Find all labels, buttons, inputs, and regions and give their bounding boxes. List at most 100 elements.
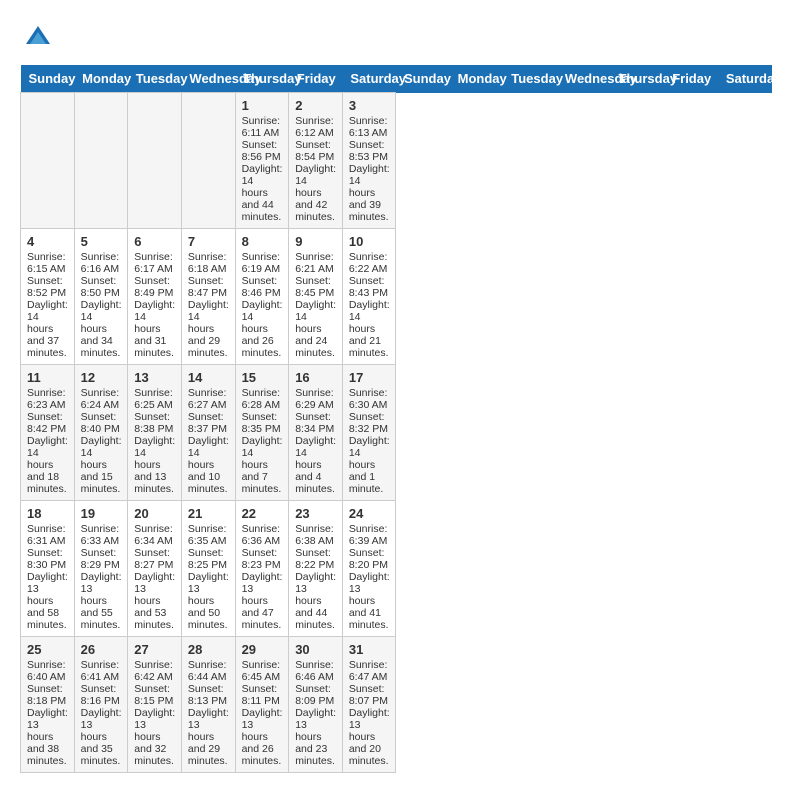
day-info-line: Daylight: 14 hours (81, 299, 122, 335)
day-of-week-header: Monday (74, 65, 128, 93)
day-of-week-header: Saturday (718, 65, 772, 93)
day-info-line: and 34 minutes. (81, 335, 122, 359)
day-info-line: and 58 minutes. (27, 607, 68, 631)
calendar-cell: 1Sunrise: 6:11 AMSunset: 8:56 PMDaylight… (235, 93, 289, 229)
day-info-line: Sunset: 8:09 PM (295, 683, 336, 707)
calendar-cell: 24Sunrise: 6:39 AMSunset: 8:20 PMDayligh… (342, 501, 396, 637)
day-info-line: Sunset: 8:20 PM (349, 547, 390, 571)
day-info-line: and 37 minutes. (27, 335, 68, 359)
day-of-week-header: Wednesday (557, 65, 611, 93)
day-of-week-header: Friday (289, 65, 343, 93)
page-header (20, 20, 772, 55)
calendar-cell (21, 93, 75, 229)
day-number: 27 (134, 642, 175, 657)
calendar-cell: 17Sunrise: 6:30 AMSunset: 8:32 PMDayligh… (342, 365, 396, 501)
calendar-cell: 31Sunrise: 6:47 AMSunset: 8:07 PMDayligh… (342, 637, 396, 773)
day-info-line: and 7 minutes. (242, 471, 283, 495)
day-info-line: Sunset: 8:50 PM (81, 275, 122, 299)
day-info-line: Daylight: 13 hours (134, 707, 175, 743)
day-info-line: and 13 minutes. (134, 471, 175, 495)
day-info-line: Sunrise: 6:42 AM (134, 659, 175, 683)
day-info-line: Daylight: 14 hours (27, 435, 68, 471)
day-number: 3 (349, 98, 390, 113)
day-info-line: Sunset: 8:54 PM (295, 139, 336, 163)
calendar-cell: 10Sunrise: 6:22 AMSunset: 8:43 PMDayligh… (342, 229, 396, 365)
day-info-line: and 4 minutes. (295, 471, 336, 495)
day-number: 21 (188, 506, 229, 521)
day-of-week-header: Tuesday (128, 65, 182, 93)
calendar-header-row: SundayMondayTuesdayWednesdayThursdayFrid… (21, 65, 772, 93)
day-info-line: Daylight: 14 hours (27, 299, 68, 335)
day-info-line: Sunrise: 6:44 AM (188, 659, 229, 683)
day-info-line: and 53 minutes. (134, 607, 175, 631)
day-info-line: Daylight: 14 hours (295, 299, 336, 335)
day-info-line: Sunrise: 6:11 AM (242, 115, 283, 139)
day-info-line: and 29 minutes. (188, 743, 229, 767)
day-info-line: and 47 minutes. (242, 607, 283, 631)
calendar-cell: 20Sunrise: 6:34 AMSunset: 8:27 PMDayligh… (128, 501, 182, 637)
day-number: 9 (295, 234, 336, 249)
calendar-cell: 27Sunrise: 6:42 AMSunset: 8:15 PMDayligh… (128, 637, 182, 773)
calendar-cell: 14Sunrise: 6:27 AMSunset: 8:37 PMDayligh… (181, 365, 235, 501)
calendar-cell: 9Sunrise: 6:21 AMSunset: 8:45 PMDaylight… (289, 229, 343, 365)
calendar-cell: 12Sunrise: 6:24 AMSunset: 8:40 PMDayligh… (74, 365, 128, 501)
day-number: 20 (134, 506, 175, 521)
calendar-cell: 16Sunrise: 6:29 AMSunset: 8:34 PMDayligh… (289, 365, 343, 501)
day-number: 17 (349, 370, 390, 385)
day-info-line: Daylight: 14 hours (349, 435, 390, 471)
day-info-line: and 26 minutes. (242, 335, 283, 359)
day-info-line: Sunset: 8:22 PM (295, 547, 336, 571)
day-info-line: and 35 minutes. (81, 743, 122, 767)
calendar-cell: 30Sunrise: 6:46 AMSunset: 8:09 PMDayligh… (289, 637, 343, 773)
day-info-line: Sunset: 8:49 PM (134, 275, 175, 299)
calendar-cell: 26Sunrise: 6:41 AMSunset: 8:16 PMDayligh… (74, 637, 128, 773)
day-info-line: Daylight: 13 hours (27, 571, 68, 607)
logo-icon (24, 22, 52, 55)
calendar-cell: 18Sunrise: 6:31 AMSunset: 8:30 PMDayligh… (21, 501, 75, 637)
day-info-line: and 44 minutes. (295, 607, 336, 631)
calendar-week-row: 1Sunrise: 6:11 AMSunset: 8:56 PMDaylight… (21, 93, 772, 229)
day-info-line: Sunset: 8:40 PM (81, 411, 122, 435)
day-number: 14 (188, 370, 229, 385)
calendar-cell: 3Sunrise: 6:13 AMSunset: 8:53 PMDaylight… (342, 93, 396, 229)
day-info-line: and 10 minutes. (188, 471, 229, 495)
day-info-line: Sunrise: 6:38 AM (295, 523, 336, 547)
day-info-line: and 39 minutes. (349, 199, 390, 223)
day-info-line: Sunrise: 6:33 AM (81, 523, 122, 547)
day-info-line: Daylight: 14 hours (188, 299, 229, 335)
day-info-line: Sunset: 8:13 PM (188, 683, 229, 707)
calendar-cell: 2Sunrise: 6:12 AMSunset: 8:54 PMDaylight… (289, 93, 343, 229)
day-number: 19 (81, 506, 122, 521)
calendar-cell: 13Sunrise: 6:25 AMSunset: 8:38 PMDayligh… (128, 365, 182, 501)
day-info-line: Daylight: 13 hours (188, 571, 229, 607)
day-info-line: Sunset: 8:29 PM (81, 547, 122, 571)
day-number: 13 (134, 370, 175, 385)
calendar-week-row: 18Sunrise: 6:31 AMSunset: 8:30 PMDayligh… (21, 501, 772, 637)
logo (20, 20, 52, 55)
day-info-line: Sunset: 8:56 PM (242, 139, 283, 163)
day-info-line: Sunset: 8:45 PM (295, 275, 336, 299)
day-of-week-header: Friday (664, 65, 718, 93)
day-info-line: Sunset: 8:38 PM (134, 411, 175, 435)
day-info-line: Sunrise: 6:24 AM (81, 387, 122, 411)
day-number: 4 (27, 234, 68, 249)
day-number: 10 (349, 234, 390, 249)
day-of-week-header: Monday (450, 65, 504, 93)
day-info-line: Daylight: 13 hours (349, 707, 390, 743)
day-info-line: Daylight: 13 hours (242, 707, 283, 743)
calendar-week-row: 4Sunrise: 6:15 AMSunset: 8:52 PMDaylight… (21, 229, 772, 365)
day-info-line: and 20 minutes. (349, 743, 390, 767)
day-info-line: Daylight: 13 hours (81, 707, 122, 743)
day-number: 5 (81, 234, 122, 249)
calendar-cell: 22Sunrise: 6:36 AMSunset: 8:23 PMDayligh… (235, 501, 289, 637)
day-number: 25 (27, 642, 68, 657)
day-info-line: Sunrise: 6:35 AM (188, 523, 229, 547)
day-info-line: Sunset: 8:42 PM (27, 411, 68, 435)
day-info-line: Daylight: 13 hours (295, 571, 336, 607)
day-of-week-header: Sunday (21, 65, 75, 93)
day-info-line: Daylight: 14 hours (295, 163, 336, 199)
day-info-line: Sunrise: 6:28 AM (242, 387, 283, 411)
day-info-line: and 23 minutes. (295, 743, 336, 767)
day-info-line: and 42 minutes. (295, 199, 336, 223)
calendar-cell: 11Sunrise: 6:23 AMSunset: 8:42 PMDayligh… (21, 365, 75, 501)
